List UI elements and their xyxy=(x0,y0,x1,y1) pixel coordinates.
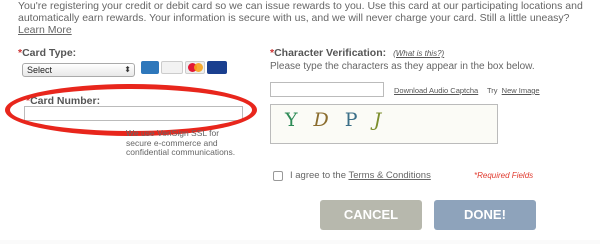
captcha-image: YDPJ xyxy=(270,104,498,144)
captcha-text: YDPJ xyxy=(285,109,397,131)
captcha-char: D xyxy=(313,109,345,131)
character-verification-label: *Character Verification: (What is this?) xyxy=(270,47,445,59)
done-button[interactable]: DONE! xyxy=(434,200,536,230)
terms-checkbox[interactable] xyxy=(273,171,283,181)
amex-icon xyxy=(141,61,159,74)
cancel-button[interactable]: CANCEL xyxy=(320,200,422,230)
new-image-link[interactable]: New Image xyxy=(502,86,540,95)
mastercard-icon xyxy=(185,61,205,74)
learn-more-link[interactable]: Learn More xyxy=(18,24,72,36)
card-type-select[interactable]: Select ⬍ xyxy=(22,63,135,77)
intro-paragraph: You're registering your credit or debit … xyxy=(18,0,583,24)
bottom-divider xyxy=(0,240,600,244)
card-type-label: *Card Type: xyxy=(18,47,77,59)
accepted-cards xyxy=(141,61,227,74)
download-audio-captcha-link[interactable]: Download Audio Captcha xyxy=(394,86,478,95)
captcha-instruction: Please type the characters as they appea… xyxy=(270,61,535,72)
card-type-selected-value: Select xyxy=(27,65,53,75)
visa-icon xyxy=(207,61,227,74)
try-new-image: Try New Image xyxy=(487,86,540,95)
what-is-this-link[interactable]: (What is this?) xyxy=(393,49,444,58)
try-label: Try xyxy=(487,86,498,95)
captcha-char: J xyxy=(373,109,398,131)
agree-text: I agree to the xyxy=(290,170,346,181)
terms-link[interactable]: Terms & Conditions xyxy=(348,170,430,181)
select-arrows-icon: ⬍ xyxy=(124,65,131,74)
intro-text: You're registering your credit or debit … xyxy=(18,0,588,36)
captcha-char: Y xyxy=(285,109,314,131)
captcha-char: P xyxy=(344,109,374,131)
discover-icon xyxy=(161,61,183,74)
required-fields-note: *Required Fields xyxy=(474,171,534,180)
captcha-input[interactable] xyxy=(270,82,384,97)
agree-label: I agree to the Terms & Conditions xyxy=(290,170,431,181)
ssl-note: We use VeriSign SSL for secure e-commerc… xyxy=(126,128,236,157)
